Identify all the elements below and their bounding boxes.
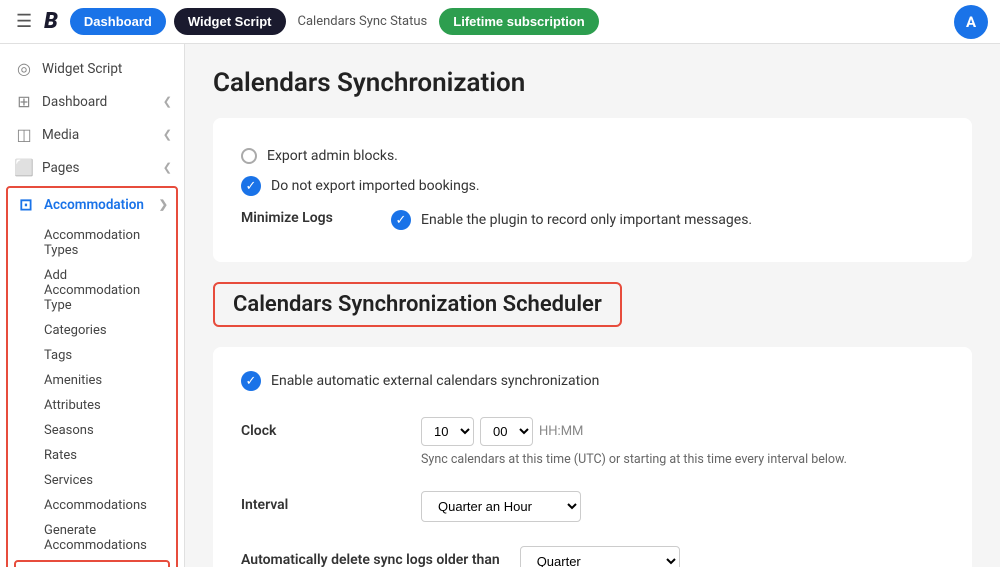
delete-logs-row: Automatically delete sync logs older tha… [241, 534, 944, 567]
clock-hour-select[interactable]: 10 00010203 04050607 08091112 13141516 1… [421, 417, 474, 446]
scheduler-card: ✓ Enable automatic external calendars sy… [213, 347, 972, 567]
subscription-button[interactable]: Lifetime subscription [439, 8, 598, 35]
sidebar-sub-add-accommodation[interactable]: Add Accommodation Type [8, 263, 176, 318]
sidebar-sub-amenities[interactable]: Amenities [8, 368, 176, 393]
enable-sync-label: Enable automatic external calendars sync… [271, 373, 599, 389]
sidebar-item-label: Dashboard [42, 94, 107, 110]
breadcrumb: Calendars Sync Status [298, 14, 428, 29]
page-title: Calendars Synchronization [213, 68, 972, 98]
interval-field-label: Interval [241, 491, 401, 513]
sidebar-item-dashboard[interactable]: ⊞ Dashboard ❮ [0, 85, 184, 118]
chevron-icon: ❮ [163, 161, 172, 174]
clock-format-hint: HH:MM [539, 424, 583, 439]
sync-options-card: Export admin blocks. ✓ Do not export imp… [213, 118, 972, 262]
sidebar-sub-settings[interactable]: Settings [14, 560, 170, 567]
sidebar-sub-tags[interactable]: Tags [8, 343, 176, 368]
minimize-logs-option-label: Enable the plugin to record only importa… [421, 212, 752, 228]
delete-logs-control: Quarter Month Week Day [520, 546, 680, 567]
interval-row: Interval Quarter an Hour Half Hour Hour … [241, 479, 944, 534]
accommodation-sub-list: Accommodation Types Add Accommodation Ty… [8, 221, 176, 567]
scheduler-title-box: Calendars Synchronization Scheduler [213, 282, 622, 327]
sidebar: ◎ Widget Script ⊞ Dashboard ❮ ◫ Media ❮ … [0, 44, 185, 567]
widget-script-icon: ◎ [14, 59, 34, 78]
avatar[interactable]: A [954, 5, 988, 39]
accommodation-icon: ⊡ [16, 195, 36, 214]
interval-control: Quarter an Hour Half Hour Hour Every 2 H… [421, 491, 581, 522]
enable-sync-row: ✓ Enable automatic external calendars sy… [241, 371, 944, 405]
do-not-export-row: ✓ Do not export imported bookings. [241, 170, 944, 202]
check-enable-sync[interactable]: ✓ [241, 371, 261, 391]
topbar: ☰ B Dashboard Widget Script Calendars Sy… [0, 0, 1000, 44]
delete-logs-select[interactable]: Quarter Month Week Day [520, 546, 680, 567]
media-icon: ◫ [14, 125, 34, 144]
dashboard-icon: ⊞ [14, 92, 34, 111]
app-logo: B [44, 9, 58, 34]
radio-export-admin[interactable] [241, 148, 257, 164]
sidebar-sub-generate[interactable]: Generate Accommodations [8, 518, 176, 558]
accommodation-section: ⊡ Accommodation ❯ Accommodation Types Ad… [6, 186, 178, 567]
sidebar-sub-seasons[interactable]: Seasons [8, 418, 176, 443]
dashboard-button[interactable]: Dashboard [70, 8, 166, 35]
clock-minute-select[interactable]: 00153045 [480, 417, 533, 446]
sidebar-item-label: Media [42, 127, 79, 143]
delete-logs-field-label: Automatically delete sync logs older tha… [241, 546, 500, 567]
clock-sync-hint: Sync calendars at this time (UTC) or sta… [421, 452, 847, 467]
check-minimize-logs[interactable]: ✓ [391, 210, 411, 230]
scheduler-title: Calendars Synchronization Scheduler [233, 292, 602, 317]
chevron-icon: ❯ [159, 198, 168, 211]
minimize-logs-field-label: Minimize Logs [241, 210, 371, 226]
export-admin-label: Export admin blocks. [267, 148, 398, 164]
sidebar-item-pages[interactable]: ⬜ Pages ❮ [0, 151, 184, 184]
chevron-icon: ❮ [163, 95, 172, 108]
sidebar-sub-rates[interactable]: Rates [8, 443, 176, 468]
sidebar-sub-accommodations[interactable]: Accommodations [8, 493, 176, 518]
sidebar-sub-accommodation-types[interactable]: Accommodation Types [8, 223, 176, 263]
clock-row: Clock 10 00010203 04050607 08091112 1314… [241, 405, 944, 479]
minimize-logs-row: Minimize Logs ✓ Enable the plugin to rec… [241, 202, 944, 238]
chevron-icon: ❮ [163, 128, 172, 141]
sidebar-sub-attributes[interactable]: Attributes [8, 393, 176, 418]
sidebar-item-label: Pages [42, 160, 80, 176]
export-admin-row: Export admin blocks. [241, 142, 944, 170]
sidebar-item-widget-script[interactable]: ◎ Widget Script [0, 52, 184, 85]
do-not-export-label: Do not export imported bookings. [271, 178, 480, 194]
interval-select[interactable]: Quarter an Hour Half Hour Hour Every 2 H… [421, 491, 581, 522]
widget-script-button[interactable]: Widget Script [174, 8, 286, 35]
clock-field-label: Clock [241, 417, 401, 439]
hamburger-icon[interactable]: ☰ [12, 7, 36, 36]
clock-control: 10 00010203 04050607 08091112 13141516 1… [421, 417, 847, 467]
sidebar-item-label: Accommodation [44, 197, 144, 213]
pages-icon: ⬜ [14, 158, 34, 177]
sidebar-item-label: Widget Script [42, 61, 122, 77]
sidebar-sub-categories[interactable]: Categories [8, 318, 176, 343]
check-do-not-export[interactable]: ✓ [241, 176, 261, 196]
sidebar-sub-services[interactable]: Services [8, 468, 176, 493]
sidebar-item-accommodation[interactable]: ⊡ Accommodation ❯ [8, 188, 176, 221]
sidebar-item-media[interactable]: ◫ Media ❮ [0, 118, 184, 151]
main-content: Calendars Synchronization Export admin b… [185, 44, 1000, 567]
